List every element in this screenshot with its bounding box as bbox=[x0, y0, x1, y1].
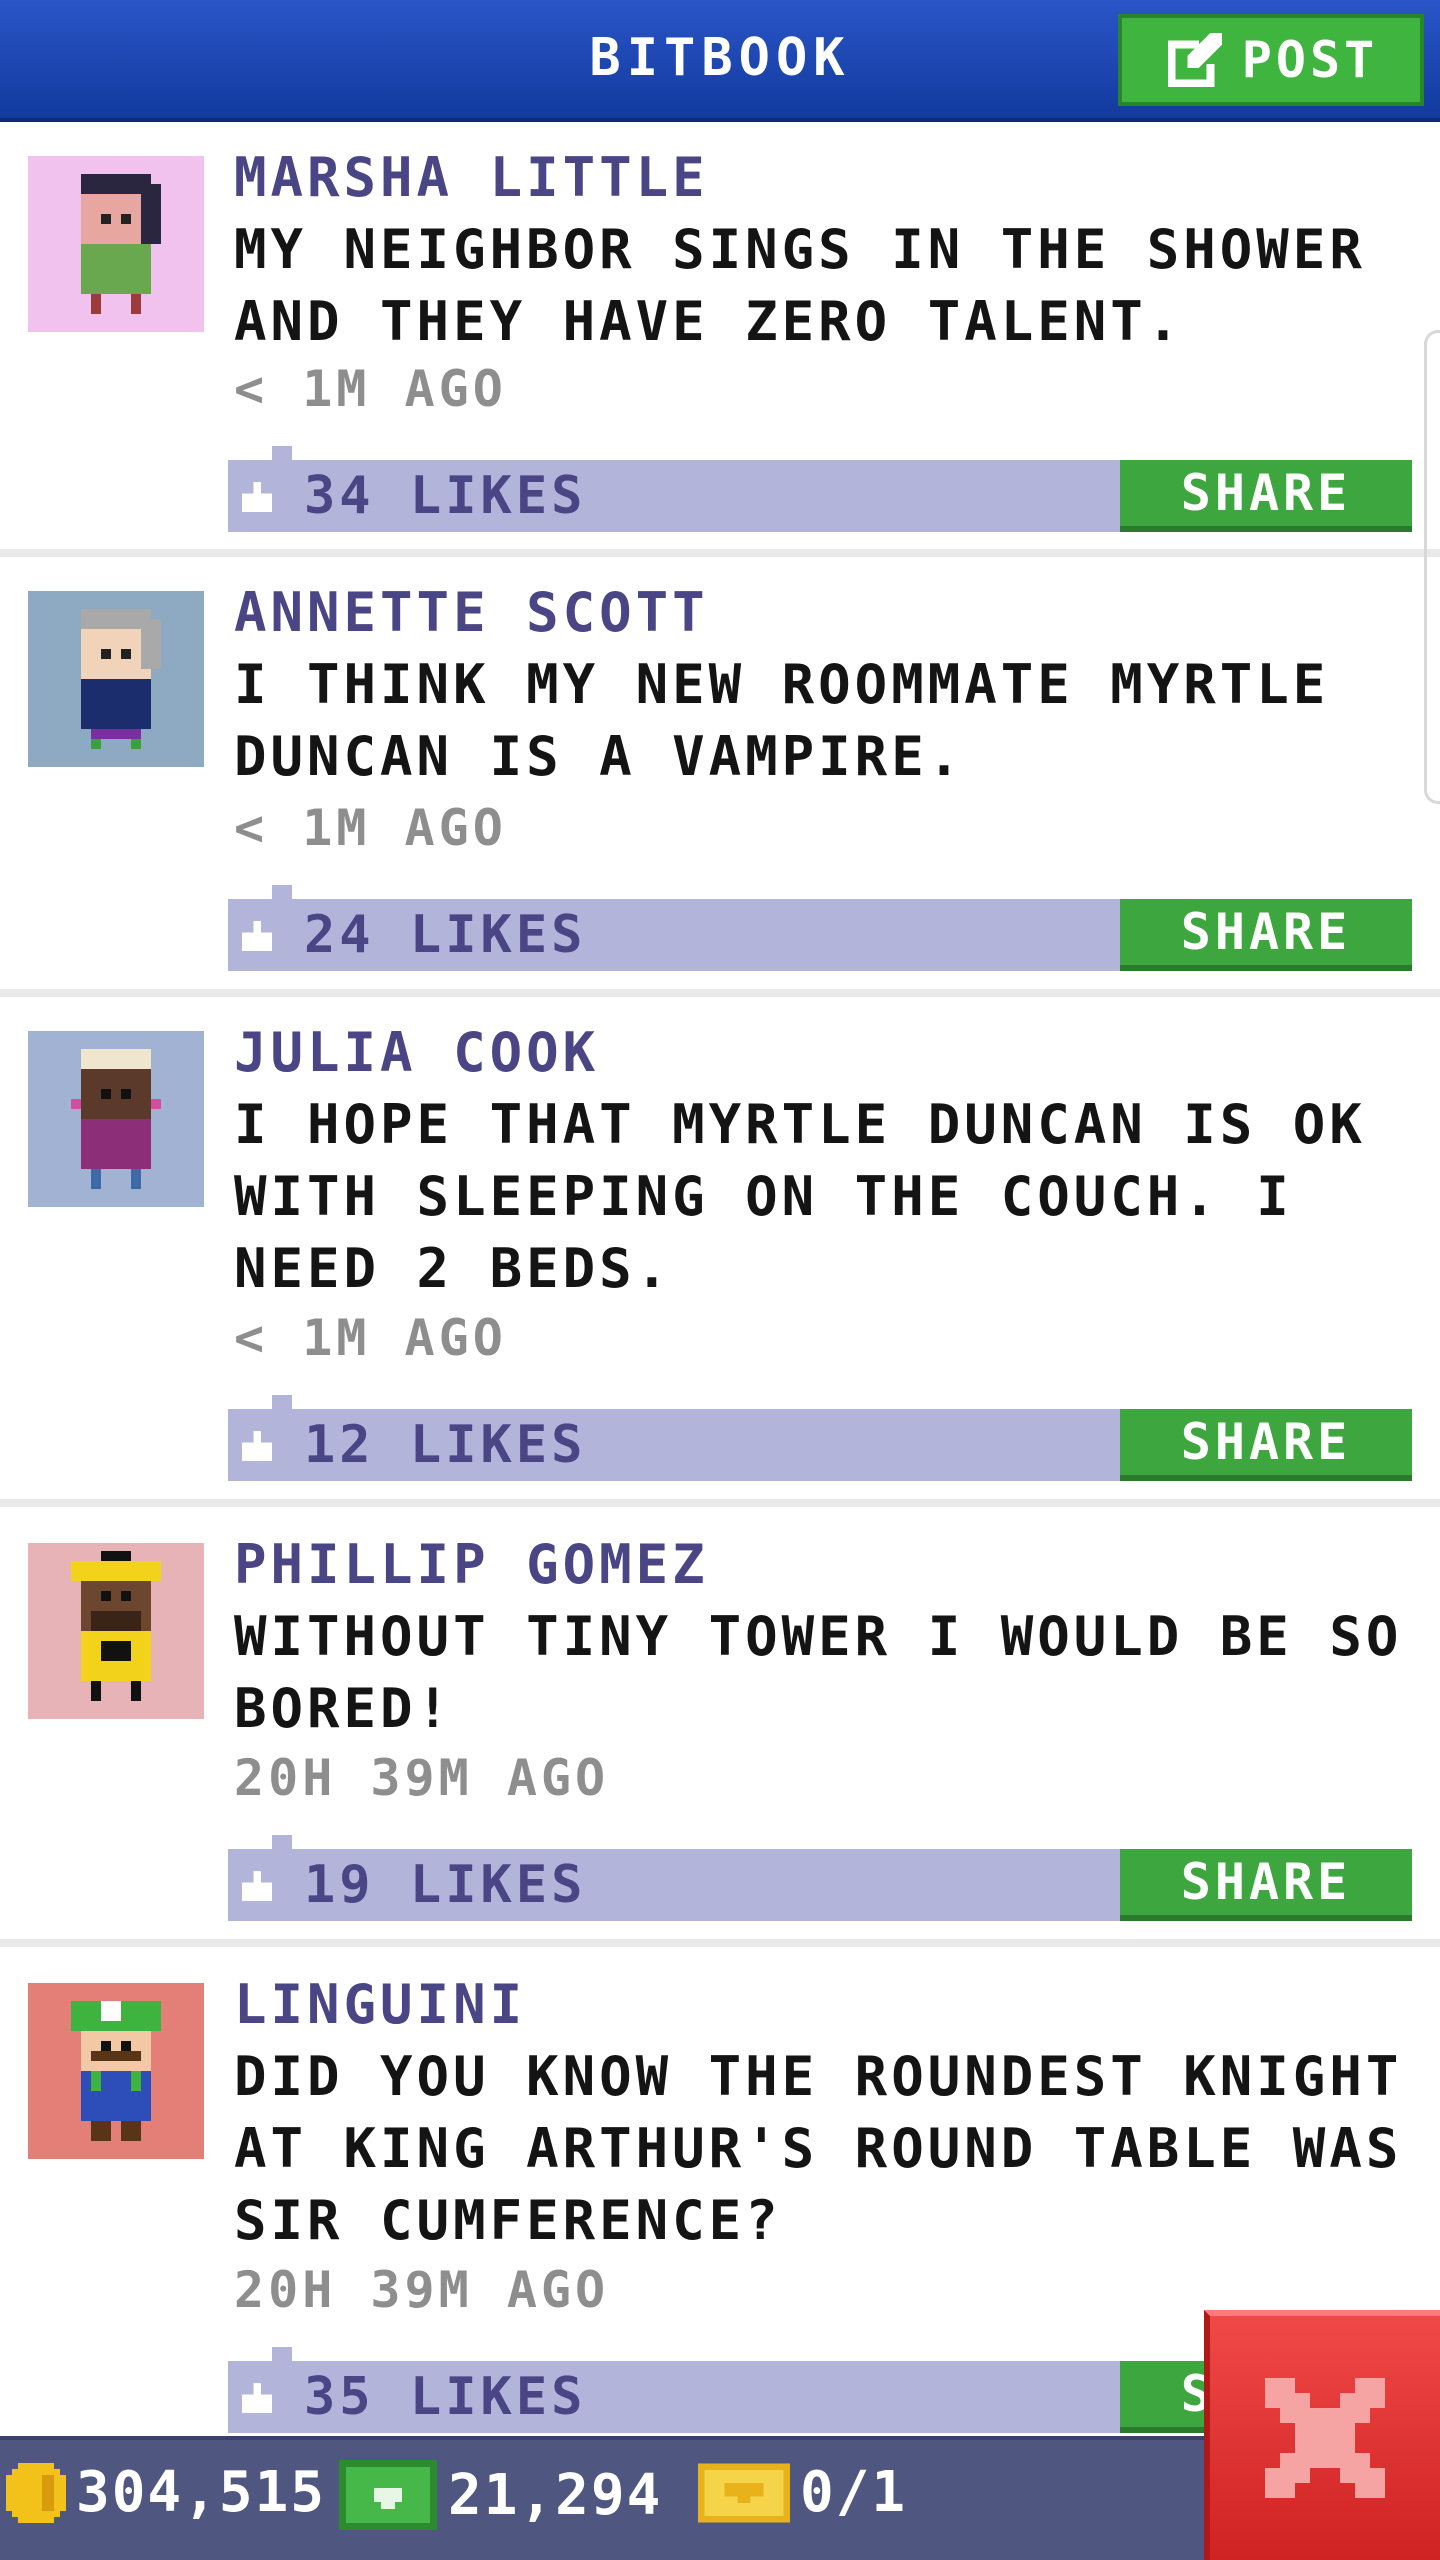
post-button[interactable]: POST bbox=[1118, 14, 1424, 106]
like-count: 34 LIKES bbox=[304, 466, 587, 526]
user-avatar-icon bbox=[81, 174, 161, 314]
bux-value: 21,294 bbox=[448, 2462, 663, 2528]
post-text: I HOPE THAT MYRTLE DUNCAN IS OK WITH SLE… bbox=[234, 1093, 1366, 1300]
post-text: I THINK MY NEW ROOMMATE MYRTLE DUNCAN IS… bbox=[234, 653, 1330, 788]
coins-counter: 304,515 bbox=[6, 2460, 326, 2525]
feed-post: PHILLIP GOMEZ WITHOUT TINY TOWER I WOULD… bbox=[0, 1509, 1440, 1949]
user-avatar-icon bbox=[71, 1049, 161, 1189]
avatar bbox=[28, 1031, 204, 1207]
coins-value: 304,515 bbox=[76, 2460, 327, 2525]
bux-counter: 21,294 bbox=[338, 2460, 662, 2530]
post-divider bbox=[0, 1939, 1440, 1947]
compose-icon bbox=[1167, 32, 1222, 88]
thumbs-up-icon bbox=[242, 1871, 272, 1901]
feed-post: ANNETTE SCOTT I THINK MY NEW ROOMMATE MY… bbox=[0, 557, 1440, 997]
thumbs-up-icon bbox=[242, 2383, 272, 2413]
like-bar-tab bbox=[272, 885, 292, 899]
user-avatar-icon bbox=[81, 609, 161, 749]
post-divider bbox=[0, 1499, 1440, 1507]
bux-icon bbox=[339, 2460, 437, 2530]
like-bar-tab bbox=[272, 446, 292, 460]
post-text: WITHOUT TINY TOWER I WOULD BE SO BORED! bbox=[234, 1605, 1403, 1740]
post-feed[interactable]: MARSHA LITTLE MY NEIGHBOR SINGS IN THE S… bbox=[0, 122, 1440, 2436]
post-time: 20H 39M AGO bbox=[234, 2261, 610, 2319]
post-author: ANNETTE SCOTT bbox=[234, 581, 709, 644]
thumbs-up-icon bbox=[242, 921, 272, 951]
share-button[interactable]: SHARE bbox=[1120, 460, 1412, 532]
post-author: MARSHA LITTLE bbox=[234, 146, 709, 209]
post-text: DID YOU KNOW THE ROUNDEST KNIGHT AT KING… bbox=[234, 2045, 1403, 2252]
like-count: 24 LIKES bbox=[304, 905, 587, 965]
share-button[interactable]: SHARE bbox=[1120, 1849, 1412, 1921]
feed-post: MARSHA LITTLE MY NEIGHBOR SINGS IN THE S… bbox=[0, 122, 1440, 557]
avatar bbox=[28, 1983, 204, 2159]
like-bar[interactable]: 12 LIKES SHARE bbox=[228, 1395, 1412, 1481]
close-button[interactable] bbox=[1204, 2310, 1440, 2560]
like-count: 35 LIKES bbox=[304, 2367, 587, 2427]
like-count: 12 LIKES bbox=[304, 1415, 587, 1475]
golden-ticket-icon bbox=[698, 2462, 790, 2523]
like-bar-tab bbox=[272, 2347, 292, 2361]
thumbs-up-icon bbox=[242, 482, 272, 512]
share-button[interactable]: SHARE bbox=[1120, 1409, 1412, 1481]
avatar bbox=[28, 591, 204, 767]
user-avatar-icon bbox=[71, 1551, 161, 1701]
ticket-counter: 0/1 bbox=[698, 2460, 907, 2525]
user-avatar-icon bbox=[71, 2001, 161, 2141]
post-divider bbox=[0, 549, 1440, 557]
post-author: PHILLIP GOMEZ bbox=[234, 1533, 709, 1596]
post-time: 20H 39M AGO bbox=[234, 1749, 610, 1807]
like-bar-tab bbox=[272, 1395, 292, 1409]
post-button-label: POST bbox=[1241, 31, 1379, 89]
share-button[interactable]: SHARE bbox=[1120, 899, 1412, 971]
ticket-value: 0/1 bbox=[800, 2460, 908, 2525]
close-icon bbox=[1265, 2378, 1385, 2498]
avatar bbox=[28, 1543, 204, 1719]
avatar bbox=[28, 156, 204, 332]
like-bar-tab bbox=[272, 1835, 292, 1849]
app-header: BITBOOK POST bbox=[0, 0, 1440, 122]
like-bar[interactable]: 34 LIKES SHARE bbox=[228, 446, 1412, 532]
post-time: < 1M AGO bbox=[234, 360, 507, 418]
like-count: 19 LIKES bbox=[304, 1855, 587, 1915]
post-text: MY NEIGHBOR SINGS IN THE SHOWER AND THEY… bbox=[234, 218, 1366, 353]
scrollbar[interactable] bbox=[1424, 330, 1440, 804]
thumbs-up-icon bbox=[242, 1431, 272, 1461]
coin-icon bbox=[6, 2462, 66, 2523]
post-author: LINGUINI bbox=[234, 1973, 527, 2036]
post-divider bbox=[0, 989, 1440, 997]
post-time: < 1M AGO bbox=[234, 799, 507, 857]
like-bar[interactable]: 24 LIKES SHARE bbox=[228, 885, 1412, 971]
like-bar[interactable]: 19 LIKES SHARE bbox=[228, 1835, 1412, 1921]
post-author: JULIA COOK bbox=[234, 1021, 600, 1084]
post-time: < 1M AGO bbox=[234, 1309, 507, 1367]
feed-post: JULIA COOK I HOPE THAT MYRTLE DUNCAN IS … bbox=[0, 997, 1440, 1509]
